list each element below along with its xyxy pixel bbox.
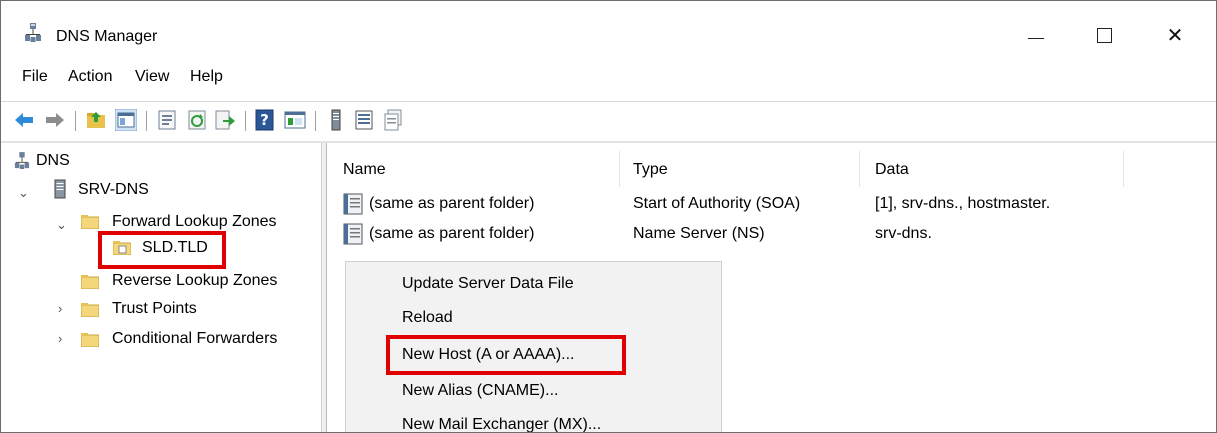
minimize-button[interactable] [1013, 19, 1059, 51]
forward-arrow-icon[interactable] [44, 109, 66, 131]
dns-manager-window: DNS Manager ✕ File Action View Help ? DN… [0, 0, 1217, 433]
menu-file[interactable]: File [22, 68, 48, 86]
toolbar-separator [75, 111, 76, 131]
folder-icon [81, 333, 99, 347]
tree-item-forward-lookup-zones[interactable]: Forward Lookup Zones [112, 212, 277, 232]
properties-icon[interactable] [156, 109, 178, 131]
tree-item-server[interactable]: SRV-DNS [78, 180, 149, 200]
record-data: [1], srv-dns., hostmaster. [875, 195, 1051, 212]
folder-icon [81, 275, 99, 289]
maximize-icon [1096, 27, 1112, 43]
chevron-down-icon[interactable]: ⌄ [56, 217, 67, 233]
record-icon [343, 223, 363, 245]
close-button[interactable]: ✕ [1152, 19, 1198, 51]
chevron-right-icon[interactable]: › [58, 301, 62, 316]
menu-item-new-host[interactable]: New Host (A or AAAA)... [402, 345, 575, 365]
tree-item-conditional-forwarders[interactable]: Conditional Forwarders [112, 329, 277, 349]
column-header-type[interactable]: Type [633, 160, 668, 180]
column-separator[interactable] [859, 151, 860, 187]
column-separator[interactable] [1123, 151, 1124, 187]
toolbar-separator [315, 111, 316, 131]
toolbar-separator [245, 111, 246, 131]
chevron-down-icon[interactable]: ⌄ [18, 185, 29, 201]
list-icon[interactable] [353, 109, 375, 131]
export-icon[interactable] [214, 109, 236, 131]
menu-view[interactable]: View [135, 68, 169, 86]
menu-item-reload[interactable]: Reload [402, 308, 453, 328]
chevron-right-icon[interactable]: › [58, 331, 62, 346]
back-arrow-icon[interactable] [13, 109, 35, 131]
toolbar: ? [1, 101, 1216, 140]
help-icon[interactable]: ? [254, 109, 276, 131]
zone-folder-icon [113, 241, 131, 255]
console-tree: DNS ⌄ SRV-DNS ⌄ Forward Lookup Zones SLD… [1, 143, 321, 432]
record-type: Name Server (NS) [633, 225, 765, 242]
menu-bar: File Action View Help [1, 63, 1216, 91]
record-icon [343, 193, 363, 215]
context-menu: Update Server Data File Reload New Host … [345, 261, 722, 432]
record-type: Start of Authority (SOA) [633, 195, 801, 212]
menu-action[interactable]: Action [68, 68, 112, 86]
menu-item-update-server-data-file[interactable]: Update Server Data File [402, 274, 574, 294]
menu-help[interactable]: Help [190, 68, 223, 86]
menu-item-new-mail-exchanger[interactable]: New Mail Exchanger (MX)... [402, 415, 601, 432]
console-icon[interactable] [284, 109, 306, 131]
server-icon [54, 179, 66, 199]
close-icon: ✕ [1166, 24, 1184, 47]
toolbar-separator [146, 111, 147, 131]
dns-app-icon [25, 23, 41, 42]
column-header-data[interactable]: Data [875, 160, 909, 180]
column-separator[interactable] [619, 151, 620, 187]
server-icon[interactable] [325, 109, 347, 131]
menu-item-new-alias[interactable]: New Alias (CNAME)... [402, 381, 558, 401]
svg-text:?: ? [260, 111, 269, 129]
tree-item-reverse-lookup-zones[interactable]: Reverse Lookup Zones [112, 271, 277, 291]
record-name[interactable]: (same as parent folder) [369, 224, 534, 244]
folder-icon [81, 215, 99, 229]
record-data: srv-dns. [875, 225, 932, 242]
title-bar[interactable]: DNS Manager ✕ [1, 1, 1216, 53]
refresh-icon[interactable] [186, 109, 208, 131]
minimize-icon [1028, 37, 1044, 39]
dns-root-icon [14, 152, 30, 169]
tree-item-zone[interactable]: SLD.TLD [142, 238, 208, 258]
folder-icon [81, 303, 99, 317]
maximize-button[interactable] [1081, 19, 1127, 51]
tree-item-dns[interactable]: DNS [36, 151, 70, 171]
record-name[interactable]: (same as parent folder) [369, 194, 534, 214]
show-tree-icon[interactable] [115, 109, 137, 131]
column-header-name[interactable]: Name [343, 160, 386, 180]
window-title: DNS Manager [56, 28, 158, 45]
up-folder-icon[interactable] [85, 109, 107, 131]
records-icon[interactable] [382, 109, 404, 131]
tree-item-trust-points[interactable]: Trust Points [112, 299, 197, 319]
